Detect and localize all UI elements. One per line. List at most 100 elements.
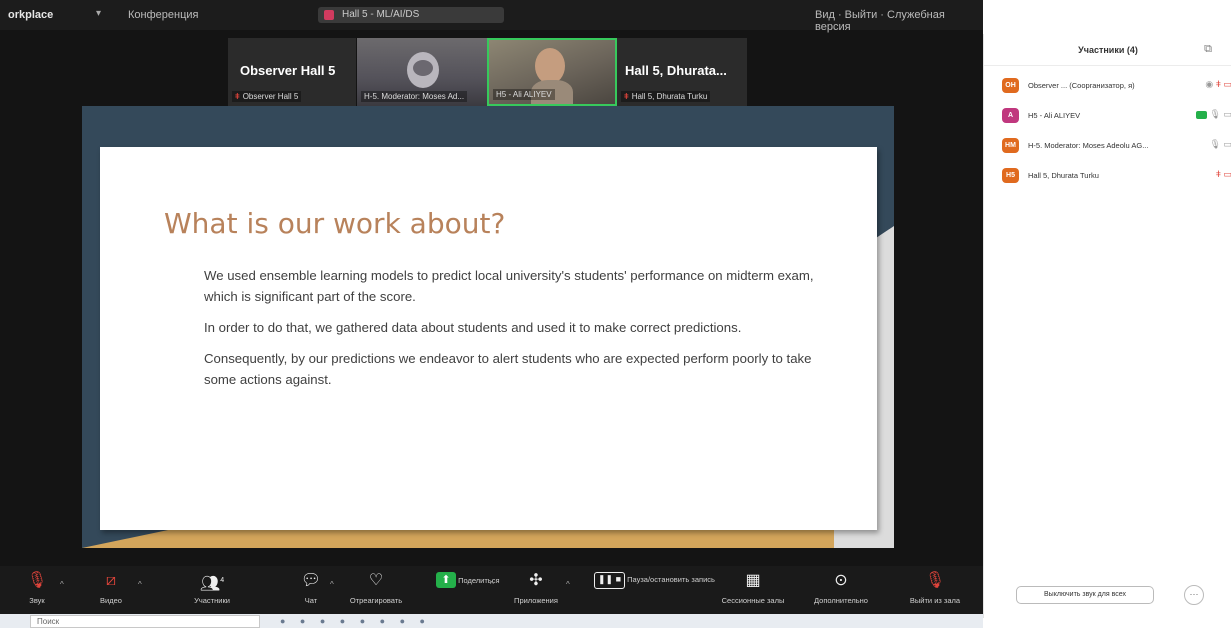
heart-icon: ♡ — [368, 572, 384, 589]
share-options-caret[interactable]: ^ — [490, 580, 494, 589]
participant-name: Observer ... (Соорганизатор, я) — [1028, 81, 1135, 90]
record-button[interactable]: ❚❚ ■ Пауза/остановить запись — [594, 572, 715, 595]
slide-paragraph: In order to do that, we gathered data ab… — [204, 320, 742, 335]
more-label: Дополнительно — [814, 596, 868, 605]
apps-button[interactable]: ✣ Приложения — [510, 572, 562, 605]
eye-icon: ◉ — [1205, 79, 1214, 89]
conference-label[interactable]: Конференция — [128, 9, 198, 21]
participant-row[interactable]: H5 Hall 5, Dhurata Turku ǂ ▭ — [998, 166, 1231, 186]
pause-stop-icon: ❚❚ ■ — [594, 572, 626, 589]
chat-options-caret[interactable]: ^ — [330, 580, 334, 589]
react-button[interactable]: ♡ Отреагировать — [348, 572, 404, 605]
video-tile-ali[interactable]: H5 - Ali ALIYEV — [487, 38, 617, 106]
chat-label: Чат — [304, 596, 318, 605]
mic-muted-icon: ǂ — [624, 92, 629, 101]
mic-muted-icon: ǂ — [1215, 169, 1221, 179]
meeting-area: orkplace ▾ Конференция Hall 5 - ML/AI/DS… — [0, 0, 983, 614]
chat-icon: 💬︎ — [300, 572, 322, 589]
taskbar-search[interactable]: Поиск — [30, 615, 260, 628]
video-off-icon: ▭ — [1223, 79, 1231, 89]
zoom-window: orkplace ▾ Конференция Hall 5 - ML/AI/DS… — [0, 0, 1231, 628]
leave-label: Выйти из зала — [909, 596, 961, 605]
panel-more-button[interactable]: ··· — [1184, 585, 1204, 605]
chat-button[interactable]: 💬︎ Чат — [296, 572, 326, 605]
title-bar: orkplace ▾ Конференция Hall 5 - ML/AI/DS… — [0, 0, 983, 33]
breakout-rooms-icon: ▦ — [745, 572, 761, 589]
apps-icon: ✣ — [529, 572, 543, 589]
avatar: A — [1002, 108, 1019, 123]
meeting-title: Hall 5 - ML/AI/DS — [342, 9, 420, 20]
leave-icon: 🎙︎ — [924, 572, 946, 589]
taskbar-apps[interactable]: ● ● ● ● ● ● ● ● — [280, 616, 431, 626]
participant-row[interactable]: OH Observer ... (Соорганизатор, я) ◉ ǂ ▭ — [998, 76, 1231, 96]
glasses — [413, 60, 433, 76]
tile-name: Observer Hall 5 — [240, 63, 336, 78]
os-taskbar: Поиск ● ● ● ● ● ● ● ● — [0, 614, 983, 628]
participant-status: ǂ ▭ — [1216, 169, 1231, 180]
slide-title: What is our work about? — [164, 207, 506, 240]
audio-button[interactable]: 🎙︎ Звук — [22, 572, 52, 605]
participants-label: Участники — [194, 596, 230, 605]
video-tile-observer[interactable]: Observer Hall 5 ǂ Observer Hall 5 — [228, 38, 356, 106]
tile-caption: ǂ Observer Hall 5 — [232, 91, 302, 102]
participant-row[interactable]: A H5 - Ali ALIYEV 🎙︎ ▭ — [998, 106, 1231, 126]
share-button[interactable]: ⬆ Поделиться — [436, 572, 500, 594]
tile-caption: ǂ Hall 5, Dhurata Turku — [621, 91, 711, 102]
participant-name: H-5. Moderator: Moses Adeolu AG... — [1028, 141, 1149, 150]
breakout-rooms-button[interactable]: ▦ Сессионные залы — [712, 572, 794, 605]
record-label: Пауза/остановить запись — [627, 575, 715, 584]
tile-name: Hall 5, Dhurata... — [625, 63, 727, 78]
video-icon: ▭ — [1223, 139, 1231, 149]
meeting-title-tab[interactable]: Hall 5 - ML/AI/DS — [318, 7, 504, 23]
leave-button[interactable]: 🎙︎ Выйти из зала — [900, 572, 970, 605]
participants-count: 4 — [220, 577, 225, 584]
react-label: Отреагировать — [349, 596, 403, 605]
participant-face — [535, 48, 565, 84]
meeting-toolbar: 🎙︎ Звук ^ ⧄ Видео ^ 👥︎4 Участники 💬︎ Чат… — [0, 566, 983, 614]
video-off-icon: ▭ — [1223, 169, 1231, 179]
participant-status: 🎙︎ ▭ — [1210, 139, 1231, 150]
avatar: HM — [1002, 138, 1019, 153]
slide-paragraph: Consequently, by our predictions we ende… — [204, 351, 812, 387]
mic-muted-icon: 🎙︎ — [26, 572, 48, 589]
more-button[interactable]: ⊙ Дополнительно — [804, 572, 878, 605]
participant-row[interactable]: HM H-5. Moderator: Moses Adeolu AG... 🎙︎… — [998, 136, 1231, 156]
video-button[interactable]: ⧄ Видео — [94, 572, 128, 605]
tile-caption: H-5. Moderator: Moses Ad... — [361, 91, 468, 102]
meeting-icon — [324, 10, 334, 20]
mic-icon: 🎙︎ — [1209, 109, 1221, 119]
mic-icon: 🎙︎ — [1209, 139, 1221, 149]
apps-label: Приложения — [514, 596, 558, 605]
video-off-icon: ⧄ — [105, 572, 117, 589]
video-tile-dhurata[interactable]: Hall 5, Dhurata... ǂ Hall 5, Dhurata Turk… — [617, 38, 747, 106]
video-options-caret[interactable]: ^ — [138, 580, 142, 589]
participants-panel: Участники (4) ⧉ OH Observer ... (Соорган… — [983, 34, 1231, 618]
view-controls[interactable]: Вид · Выйти · Служебная версия — [815, 9, 983, 33]
panel-header: Участники (4) ⧉ — [984, 34, 1231, 66]
apps-options-caret[interactable]: ^ — [566, 580, 570, 589]
panel-title: Участники (4) — [1078, 45, 1138, 55]
app-name: orkplace — [8, 9, 54, 21]
rooms-label: Сессионные залы — [721, 596, 785, 605]
audio-options-caret[interactable]: ^ — [60, 580, 64, 589]
participants-icon: 👥︎4 — [199, 575, 225, 593]
mute-all-button[interactable]: Выключить звук для всех — [1016, 586, 1154, 604]
slide: What is our work about? We used ensemble… — [100, 147, 877, 530]
video-label: Видео — [100, 596, 122, 605]
chevron-down-icon[interactable]: ▾ — [96, 8, 101, 19]
participants-button[interactable]: 👥︎4 Участники — [186, 572, 238, 605]
slide-paragraph: We used ensemble learning models to pred… — [204, 268, 814, 304]
participant-status: 🎙︎ ▭ — [1196, 109, 1231, 120]
video-icon: ▭ — [1223, 109, 1231, 119]
avatar: OH — [1002, 78, 1019, 93]
mic-muted-icon: ǂ — [1215, 79, 1221, 89]
participant-name: H5 - Ali ALIYEV — [1028, 111, 1081, 120]
video-tile-moderator[interactable]: H-5. Moderator: Moses Ad... — [357, 38, 487, 106]
share-screen-icon: ⬆ — [436, 572, 456, 588]
participant-status: ◉ ǂ ▭ — [1205, 79, 1231, 90]
participant-name: Hall 5, Dhurata Turku — [1028, 171, 1099, 180]
mic-muted-icon: ǂ — [235, 92, 240, 101]
popout-icon[interactable]: ⧉ — [1204, 43, 1212, 56]
audio-label: Звук — [29, 596, 45, 605]
video-on-icon — [1196, 110, 1208, 119]
